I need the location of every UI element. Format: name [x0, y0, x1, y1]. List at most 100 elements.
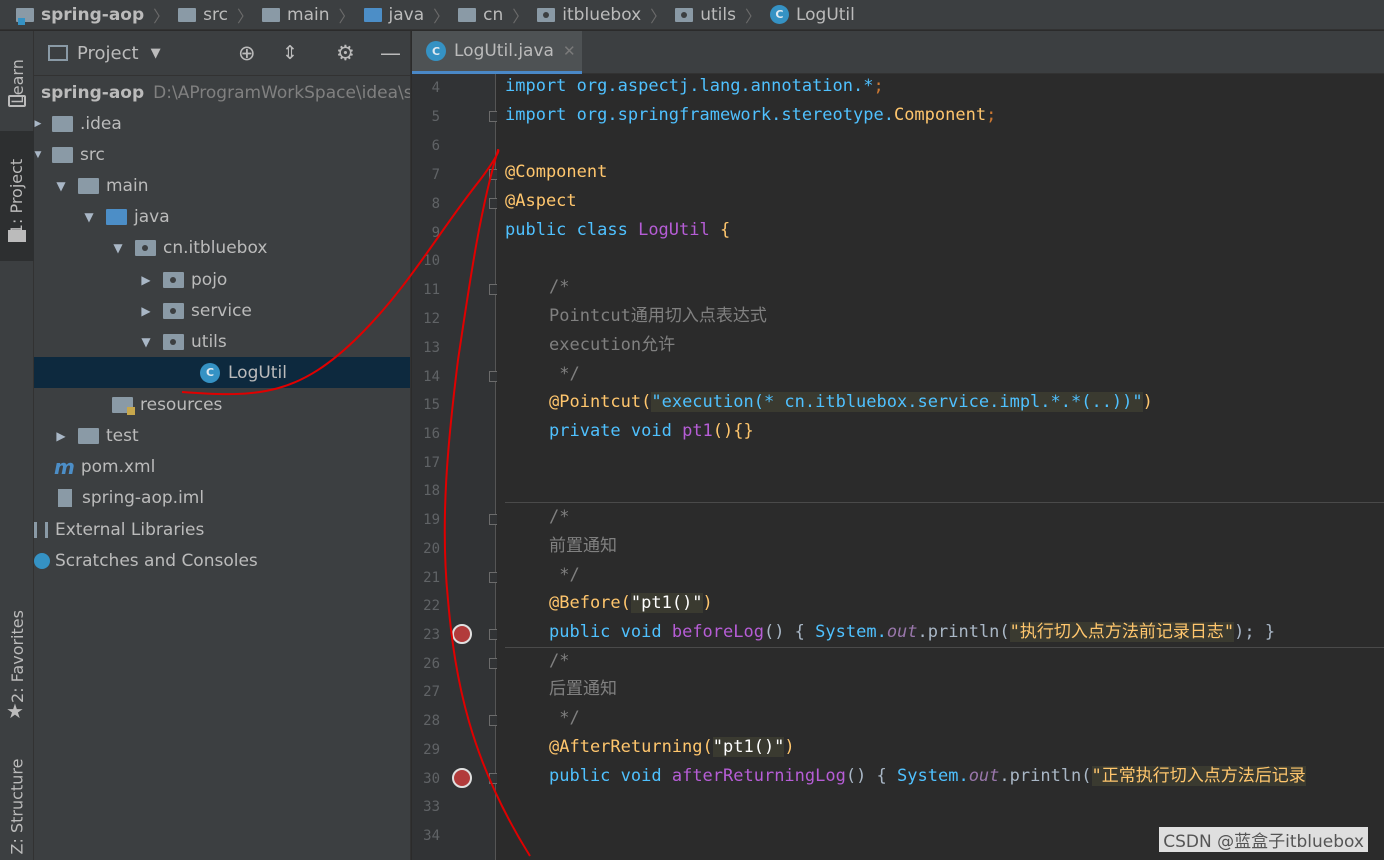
line-number: 30: [423, 771, 440, 787]
tree-item-pojo[interactable]: ▶ pojo: [34, 264, 410, 295]
structure-tab[interactable]: Z: Structure: [0, 746, 34, 860]
tree-item-pom[interactable]: m pom.xml: [34, 451, 410, 482]
line-number: 34: [423, 828, 440, 844]
folder-icon: [8, 230, 26, 242]
code-line-23: public void beforeLog() { System.out.pri…: [549, 622, 1276, 642]
line-number: 21: [423, 570, 440, 586]
code-line-21: */: [549, 565, 580, 585]
line-number: 18: [423, 483, 440, 499]
tree-item-project-root[interactable]: spring-aop D:\AProgramWorkSpace\idea\s: [34, 77, 410, 108]
tree-item-src[interactable]: ▼ src: [34, 139, 410, 170]
tree-item-idea[interactable]: ▶ .idea: [34, 108, 410, 139]
tree-item-main[interactable]: ▼ main: [34, 170, 410, 201]
package-icon: [163, 271, 184, 288]
line-number: 11: [423, 282, 440, 298]
breadcrumb-separator: 〉: [650, 6, 667, 26]
code-line-13: execution允许: [549, 335, 676, 355]
chevron-down-icon[interactable]: ▼: [34, 150, 42, 160]
code-line-8: @Aspect: [505, 191, 577, 211]
line-number: 15: [423, 397, 440, 413]
breadcrumb-item-src[interactable]: src: [178, 5, 228, 25]
source-folder-icon: [363, 7, 382, 22]
code-line-20: 前置通知: [549, 536, 617, 556]
class-icon: C: [200, 362, 220, 383]
breadcrumb-item-utils[interactable]: utils: [675, 5, 736, 25]
tree-item-resources[interactable]: resources: [34, 389, 410, 420]
breadcrumb-item-logutil[interactable]: C LogUtil: [769, 5, 855, 25]
method-separator: [505, 502, 1384, 503]
folder-icon: [458, 7, 477, 22]
tree-item-cn-itbluebox[interactable]: ▼ cn.itbluebox: [34, 232, 410, 263]
advice-marker-icon[interactable]: [452, 768, 472, 788]
folder-icon: [78, 427, 99, 444]
editor-tab-bar: C LogUtil.java ✕: [412, 31, 1384, 74]
libraries-icon: [34, 521, 48, 538]
breadcrumb-item-main[interactable]: main: [262, 5, 330, 25]
line-number: 33: [423, 799, 440, 815]
resources-folder-icon: [112, 396, 135, 415]
advice-marker-icon[interactable]: [452, 624, 472, 644]
left-tool-stripe: Learn 1: Project 2: Favorites ★ Z: Struc…: [0, 31, 34, 860]
project-view-selector[interactable]: Project: [77, 43, 139, 64]
folder-icon: [52, 115, 73, 132]
maven-icon: m: [54, 454, 75, 479]
tree-item-iml[interactable]: spring-aop.iml: [34, 482, 410, 513]
code-editor[interactable]: import org.aspectj.lang.annotation.*; im…: [497, 74, 1384, 860]
breadcrumb-item-project[interactable]: spring-aop: [16, 5, 144, 25]
breadcrumb-separator: 〉: [512, 6, 529, 26]
tree-item-test[interactable]: ▶ test: [34, 420, 410, 451]
chevron-right-icon[interactable]: ▶: [34, 119, 42, 129]
folder-icon: [178, 7, 197, 22]
chevron-down-icon[interactable]: ▼: [151, 46, 161, 61]
tree-item-scratches[interactable]: Scratches and Consoles: [34, 545, 410, 576]
learn-icon: [8, 95, 26, 107]
code-line-11: /*: [549, 277, 570, 297]
class-icon: C: [426, 41, 446, 61]
code-line-22: @Before("pt1()"): [549, 593, 713, 613]
chevron-right-icon[interactable]: ▶: [139, 304, 153, 318]
package-icon: [163, 302, 184, 319]
package-icon: [135, 239, 156, 256]
line-number: 13: [423, 340, 440, 356]
tree-item-external-libraries[interactable]: External Libraries: [34, 514, 410, 545]
tree-item-logutil[interactable]: C LogUtil: [34, 357, 410, 388]
chevron-right-icon[interactable]: ▶: [139, 273, 153, 287]
collapse-all-icon[interactable]: ⇕: [282, 42, 298, 64]
breadcrumb-item-cn[interactable]: cn: [458, 5, 503, 25]
class-icon: C: [769, 5, 789, 24]
close-icon[interactable]: ✕: [563, 42, 576, 60]
locate-icon[interactable]: ⊕: [238, 41, 256, 65]
chevron-right-icon[interactable]: ▶: [54, 429, 68, 443]
tree-item-service[interactable]: ▶ service: [34, 295, 410, 326]
folder-icon: [52, 146, 73, 163]
gear-icon[interactable]: ⚙: [336, 41, 355, 65]
line-number: 8: [431, 196, 440, 212]
breadcrumb-item-itbluebox[interactable]: itbluebox: [537, 5, 641, 25]
line-number: 19: [423, 512, 440, 528]
tree-item-java[interactable]: ▼ java: [34, 201, 410, 232]
editor-tab-logutil[interactable]: C LogUtil.java ✕: [412, 31, 582, 74]
breadcrumb-item-java[interactable]: java: [363, 5, 424, 25]
chevron-down-icon[interactable]: ▼: [54, 179, 68, 193]
code-line-16: private void pt1(){}: [549, 421, 754, 441]
code-line-29: @AfterReturning("pt1()"): [549, 737, 795, 757]
project-view-icon: [48, 45, 68, 61]
code-line-19: /*: [549, 507, 570, 527]
code-line-7: @Component: [505, 162, 608, 182]
line-number: 26: [423, 656, 440, 672]
chevron-down-icon[interactable]: ▼: [82, 210, 96, 224]
editor-gutter: 4 5 6 7 8 9 10 11 12 13 14 15 16 17 18 19 20 21 22 23 26 27 28…: [412, 74, 500, 860]
package-icon: [163, 333, 184, 350]
minimize-icon[interactable]: —: [380, 41, 401, 65]
chevron-down-icon[interactable]: ▼: [111, 241, 125, 255]
project-panel-header: Project ▼ ⊕ ⇕ ⚙ —: [34, 31, 410, 76]
breadcrumb-separator: 〉: [237, 6, 254, 26]
line-number: 12: [423, 311, 440, 327]
learn-tab[interactable]: Learn: [0, 41, 34, 121]
code-line-14: */: [549, 364, 580, 384]
line-number: 6: [431, 138, 440, 154]
tree-item-utils[interactable]: ▼ utils: [34, 326, 410, 357]
chevron-down-icon[interactable]: ▼: [139, 335, 153, 349]
line-number: 7: [431, 167, 440, 183]
code-line-30: public void afterReturningLog() { System…: [549, 766, 1306, 786]
